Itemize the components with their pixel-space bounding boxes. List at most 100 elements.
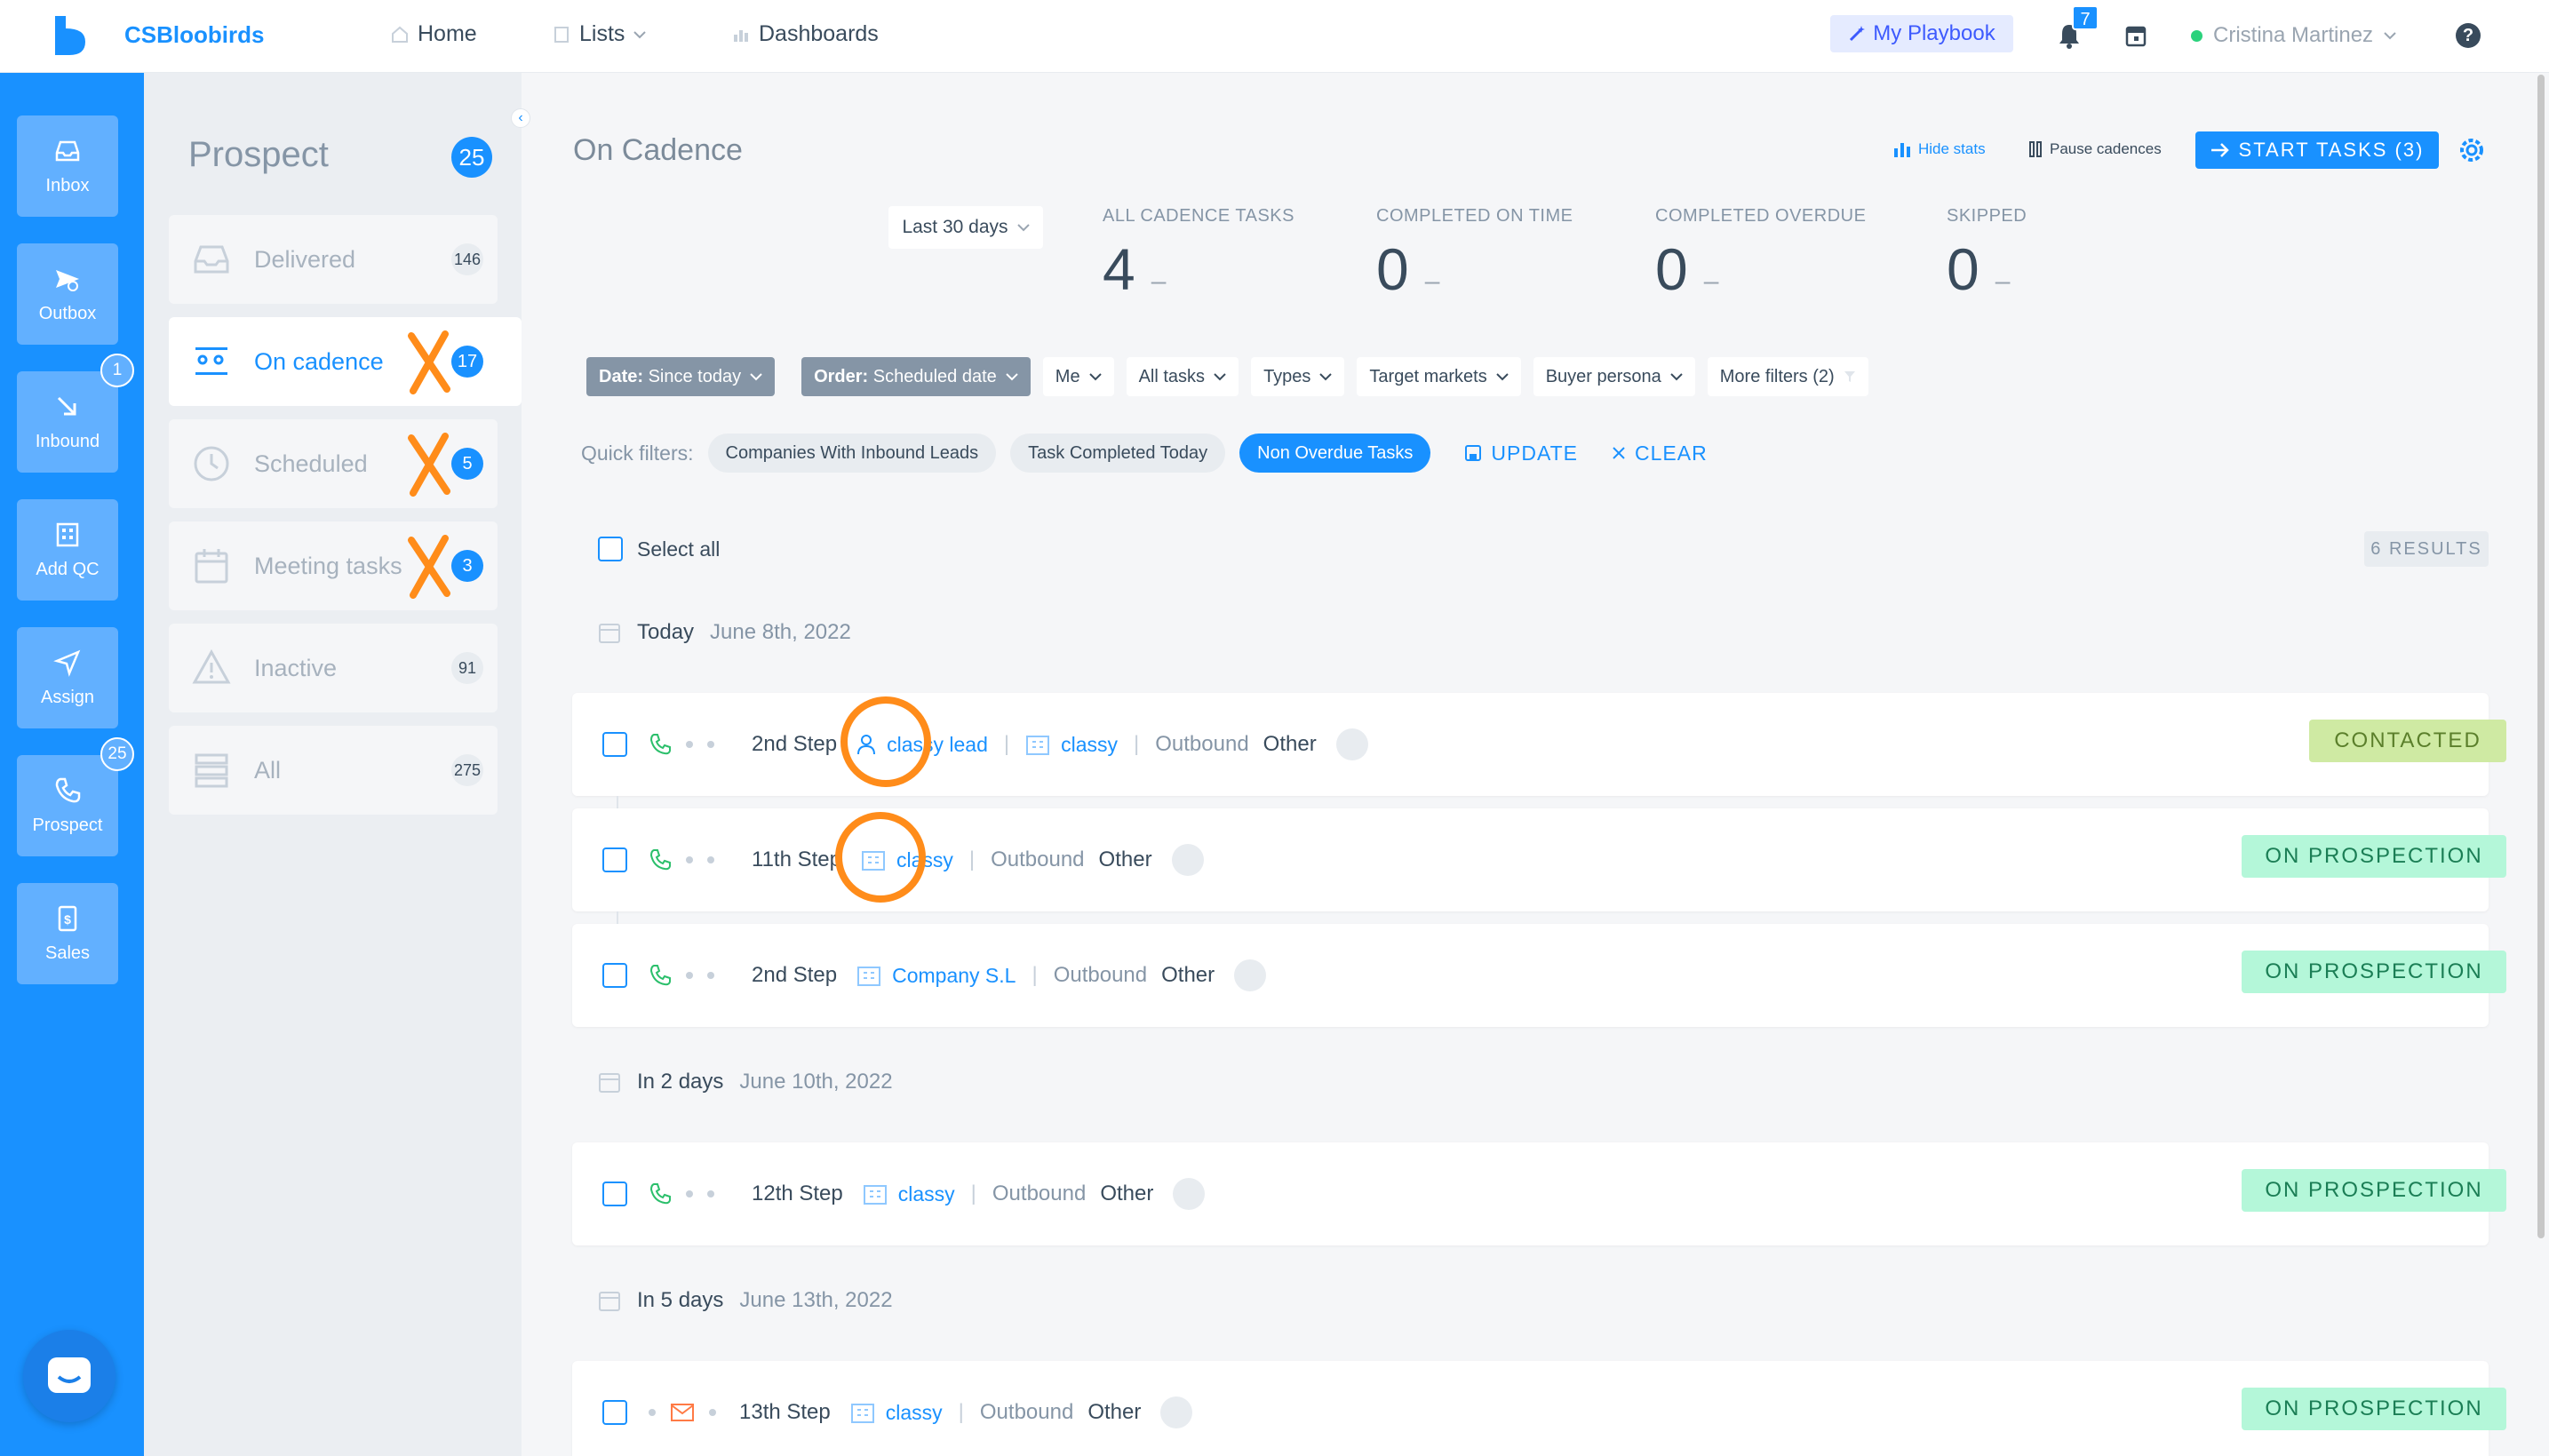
day-group-header: In 5 days June 13th, 2022 [598,1288,893,1313]
task-checkbox[interactable] [602,963,627,988]
chat-button[interactable] [23,1330,116,1422]
folder-delivered[interactable]: Delivered 146 [169,215,498,304]
company-link[interactable]: Company S.L [856,964,1016,988]
calendar-icon [195,549,228,584]
task-type-filter[interactable]: All tasks [1126,357,1239,396]
folder-label: Meeting tasks [254,552,402,579]
notifications-badge: 7 [2072,5,2099,30]
quick-filters: Quick filters: Companies With Inbound Le… [581,434,1708,473]
stat-trend: – [1995,267,2011,296]
task-card[interactable]: 13th Step classy | Outbound Other ON PRO… [572,1361,2506,1456]
channel-dot [707,972,714,979]
folder-all[interactable]: All 275 [169,726,498,815]
pause-cadences-button[interactable]: Pause cadences [2028,140,2162,158]
quick-filter-chip[interactable]: Task Completed Today [1010,434,1226,473]
task-checkbox[interactable] [602,1400,627,1425]
task-card[interactable]: 12th Step classy | Outbound Other ON PRO… [572,1142,2506,1245]
channel-dot [707,856,714,863]
user-name: Cristina Martinez [2213,23,2374,47]
send-clock-icon [56,269,79,291]
select-all[interactable]: Select all [598,537,720,561]
brand-name[interactable]: CSBloobirds [124,21,264,49]
folder-on-cadence[interactable]: On cadence 17 [169,317,522,406]
task-checkbox[interactable] [602,1182,627,1206]
rail-inbound[interactable]: Inbound [17,371,118,473]
status-badge: ON PROSPECTION [2242,1388,2506,1430]
types-filter[interactable]: Types [1251,357,1345,396]
company-name: classy [1061,732,1119,756]
more-filters-button[interactable]: More filters (2) [1707,357,1868,396]
folder-count: 3 [451,550,483,582]
stat-value: 4 [1103,236,1135,302]
filter-value: Scheduled date [872,366,997,386]
scrollbar[interactable] [2537,75,2545,1238]
chevron-down-icon [750,373,762,381]
bloobirds-logo-icon[interactable] [52,16,87,55]
task-checkbox[interactable] [602,847,627,872]
quick-filter-chip[interactable]: Companies With Inbound Leads [707,434,997,473]
start-tasks-button[interactable]: START TASKS (3) [2195,131,2439,169]
task-checkbox[interactable] [602,732,627,757]
wand-icon [1850,26,1866,42]
user-menu[interactable]: Cristina Martinez [2191,23,2396,48]
inbox-tray-icon [194,245,229,274]
chart-icon [734,29,748,42]
status-badge: ON PROSPECTION [2242,951,2506,993]
task-type: Other [1098,847,1152,871]
company-link[interactable]: classy [850,1401,943,1425]
folder-inactive[interactable]: Inactive 91 [169,624,498,712]
task-card[interactable]: 2nd Step Company S.L | Outbound Other ON… [572,924,2506,1027]
rail-inbox[interactable]: Inbox [17,115,118,217]
stat-label: SKIPPED [1947,206,2027,226]
rail-assign-label: Assign [40,687,95,707]
company-link[interactable]: classy [863,1182,955,1206]
status-badge: CONTACTED [2309,720,2506,762]
stat-value: 0 [1947,236,1979,302]
select-all-checkbox[interactable] [598,537,623,561]
hide-stats-label: Hide stats [1918,140,1986,157]
date-range-select[interactable]: Last 30 days [888,206,1043,249]
rail-assign[interactable]: Assign [17,627,118,728]
quick-filter-chip[interactable]: Non Overdue Tasks [1239,434,1431,473]
channel-dot [686,856,693,863]
clear-label: CLEAR [1635,441,1708,465]
navigation-arrow-icon [53,649,81,677]
assignee-avatar [1335,728,1368,760]
task-step: 12th Step [752,1182,843,1205]
svg-text:$: $ [64,912,71,927]
rail-outbox[interactable]: Outbox [17,243,118,345]
channel-dot [649,1409,656,1416]
panel-count-badge: 25 [451,137,492,178]
pause-icon [2029,141,2042,157]
rail-sales[interactable]: $ Sales [17,883,118,984]
order-filter[interactable]: Order: Scheduled date [801,357,1031,396]
calendar-icon[interactable] [2125,24,2147,47]
channel-dot [707,741,714,748]
rail-prospect[interactable]: Prospect [17,755,118,856]
clear-button[interactable]: CLEAR [1612,442,1708,465]
nav-lists[interactable]: Lists [553,21,647,47]
close-icon [1613,447,1625,459]
filter-key: Order: [814,366,869,386]
nav-dashboards[interactable]: Dashboards [732,21,879,47]
task-type: Other [1161,963,1215,987]
annotation-x-mark [408,330,450,394]
gear-icon[interactable] [2457,135,2487,165]
phone-icon [649,734,671,755]
chevron-down-icon [2384,32,2396,40]
target-markets-filter[interactable]: Target markets [1357,357,1521,396]
channel-dot [686,1190,693,1197]
owner-filter[interactable]: Me [1042,357,1114,396]
task-type: Other [1087,1400,1142,1424]
assignee-avatar [1171,844,1204,876]
hide-stats-button[interactable]: Hide stats [1893,140,1986,158]
update-button[interactable]: UPDATE [1464,442,1578,465]
rail-add-qc[interactable]: Add QC [17,499,118,601]
nav-home[interactable]: Home [391,21,477,47]
my-playbook-button[interactable]: My Playbook [1830,15,2013,52]
company-link[interactable]: classy [1025,733,1118,757]
help-icon[interactable]: ? [2456,23,2481,48]
left-rail: Inbox Outbox Inbound 1 Add QC Assign Pro… [0,73,144,1456]
buyer-persona-filter[interactable]: Buyer persona [1533,357,1695,396]
date-filter[interactable]: Date: Since today [586,357,776,396]
